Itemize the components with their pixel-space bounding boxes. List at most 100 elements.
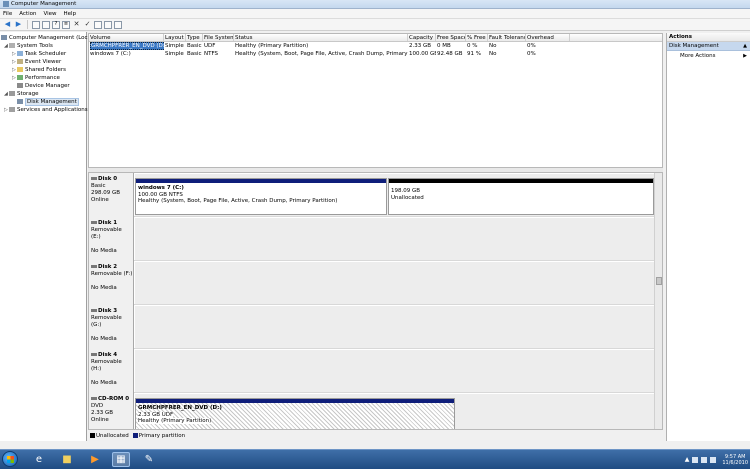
removable-disk-icon (91, 221, 97, 224)
disk-row-3[interactable]: Disk 3 Removable (G:) No Media (89, 305, 656, 349)
vertical-scrollbar[interactable] (654, 173, 662, 429)
tree-item-disk-management[interactable]: Disk Management (0, 98, 86, 106)
removable-disk-icon (91, 265, 97, 268)
col-fault-tolerance[interactable]: Fault Tolerance (488, 34, 526, 41)
tree-item-shared-folders[interactable]: ▷ Shared Folders (0, 66, 86, 74)
col-status[interactable]: Status (234, 34, 408, 41)
disk-type: Removable (G:) (91, 315, 122, 328)
table-cell: NTFS (204, 51, 219, 57)
tree-item-task-scheduler[interactable]: ▷ Task Scheduler (0, 50, 86, 58)
tree-item-root[interactable]: Computer Management (Local (0, 34, 92, 42)
actions-section-disk-management[interactable]: Disk Management ▲ (667, 42, 750, 51)
view-icon[interactable] (104, 20, 112, 29)
properties-icon[interactable] (42, 20, 50, 29)
clock[interactable]: 9:57 AM 11/6/2010 (722, 454, 748, 466)
disk-row-1[interactable]: Disk 1 Removable (E:) No Media (89, 217, 656, 261)
collapse-arrow-icon[interactable]: ▲ (743, 42, 747, 51)
help-icon[interactable]: ? (52, 20, 60, 29)
toolbar: ◀ ▶ ? ≡ ✕ ✓ (0, 19, 750, 31)
disk-name: Disk 0 (98, 176, 118, 182)
internet-explorer-icon[interactable]: e (30, 452, 48, 467)
col-volume[interactable]: Volume (89, 34, 164, 41)
tree-item-services[interactable]: ▷ Services and Applications (0, 106, 88, 114)
delete-icon[interactable]: ✕ (72, 20, 81, 29)
cdrom-row[interactable]: CD-ROM 0 DVD 2.33 GB Online GRMCHPFRER_E… (89, 393, 656, 429)
disk-icon (17, 99, 23, 104)
partition-name: windows 7 (C:) (138, 185, 184, 191)
up-folder-icon[interactable] (32, 20, 40, 29)
network-icon[interactable] (701, 456, 708, 463)
media-player-icon[interactable]: ▶ (86, 452, 104, 467)
col-type[interactable]: Type (186, 34, 203, 41)
col-free-space[interactable]: Free Space (436, 34, 466, 41)
disk-type: DVD (91, 403, 104, 409)
tools-icon (9, 43, 15, 48)
disk-name: Disk 4 (98, 352, 118, 358)
volume-icon[interactable] (710, 456, 717, 463)
back-arrow-icon[interactable]: ◀ (3, 20, 12, 29)
disk-type: Basic (91, 183, 106, 189)
menu-file[interactable]: File (3, 11, 12, 17)
disk-status: No Media (91, 248, 117, 254)
disk-status: Online (91, 197, 109, 203)
table-cell: Healthy (System, Boot, Page File, Active… (235, 51, 408, 57)
paint-icon[interactable]: ✎ (140, 452, 158, 467)
removable-disk-icon (91, 309, 97, 312)
disk-partition-area (135, 218, 655, 260)
computer-management-taskbar-icon[interactable]: ▦ (112, 452, 130, 467)
cdrom-icon (91, 397, 97, 400)
flag-icon[interactable] (692, 456, 699, 463)
explorer-folder-icon[interactable]: ■ (58, 452, 76, 467)
check-icon[interactable]: ✓ (83, 20, 92, 29)
volume-list-header: Volume Layout Type File System Status Ca… (89, 34, 662, 42)
table-cell: 0 MB (437, 43, 451, 49)
start-button[interactable] (2, 451, 18, 467)
disk-partition-area (135, 262, 655, 304)
col-file-system[interactable]: File System (203, 34, 234, 41)
clock-icon (17, 51, 23, 56)
menu-view[interactable]: View (43, 11, 56, 17)
col-percent-free[interactable]: % Free (466, 34, 488, 41)
export-icon[interactable] (94, 20, 102, 29)
partition-d[interactable]: GRMCHPFRER_EN_DVD (D:) 2.33 GB UDF Healt… (135, 398, 455, 429)
disk-info: Disk 4 Removable (H:) No Media (89, 349, 134, 393)
disk-partition-area (135, 306, 655, 348)
table-cell: 0 % (467, 43, 478, 49)
scrollbar-thumb[interactable] (656, 277, 662, 285)
title-bar: Computer Management (0, 0, 750, 9)
volume-name: GRMCHPFRER_EN_DVD (D:) (90, 42, 164, 50)
table-cell: 0% (527, 43, 536, 49)
partition-c[interactable]: windows 7 (C:) 100.00 GB NTFS Healthy (S… (135, 178, 387, 215)
table-row[interactable]: windows 7 (C:) Simple Basic NTFS Healthy… (89, 50, 662, 58)
menu-help[interactable]: Help (64, 11, 77, 17)
table-cell: 0% (527, 51, 536, 57)
tree-item-event-viewer[interactable]: ▷ Event Viewer (0, 58, 86, 66)
disk-row-4[interactable]: Disk 4 Removable (H:) No Media (89, 349, 656, 393)
unallocated-space[interactable]: 198.09 GB Unallocated (388, 178, 654, 215)
tree-item-storage[interactable]: ◢ Storage (0, 90, 86, 98)
col-capacity[interactable]: Capacity (408, 34, 436, 41)
tree-item-device-manager[interactable]: Device Manager (0, 82, 86, 90)
col-overhead[interactable]: Overhead (526, 34, 570, 41)
toolbar-separator (27, 20, 28, 29)
more-actions-item[interactable]: More Actions ▶ (667, 51, 750, 61)
disk-row-2[interactable]: Disk 2 Removable (F:) No Media (89, 261, 656, 305)
tree-item-performance[interactable]: ▷ Performance (0, 74, 86, 82)
hard-disk-icon (91, 177, 97, 180)
services-icon (9, 107, 15, 112)
refresh-icon[interactable] (114, 20, 122, 29)
table-cell: Simple (165, 51, 184, 57)
table-cell: 2.33 GB (409, 43, 432, 49)
tree-item-system-tools[interactable]: ◢ System Tools (0, 42, 86, 50)
show-hidden-icons-icon[interactable]: ▲ (685, 456, 690, 463)
col-layout[interactable]: Layout (164, 34, 186, 41)
list-icon[interactable]: ≡ (62, 20, 70, 29)
menu-action[interactable]: Action (19, 11, 36, 17)
disk-name: CD-ROM 0 (98, 396, 130, 402)
app-icon (3, 0, 9, 7)
forward-arrow-icon[interactable]: ▶ (14, 20, 23, 29)
table-cell: No (489, 43, 497, 49)
menu-bar: File Action View Help (0, 9, 750, 19)
disk-row-0[interactable]: Disk 0 Basic 298.09 GB Online windows 7 … (89, 173, 656, 217)
table-row[interactable]: GRMCHPFRER_EN_DVD (D:) Simple Basic UDF … (89, 42, 662, 50)
